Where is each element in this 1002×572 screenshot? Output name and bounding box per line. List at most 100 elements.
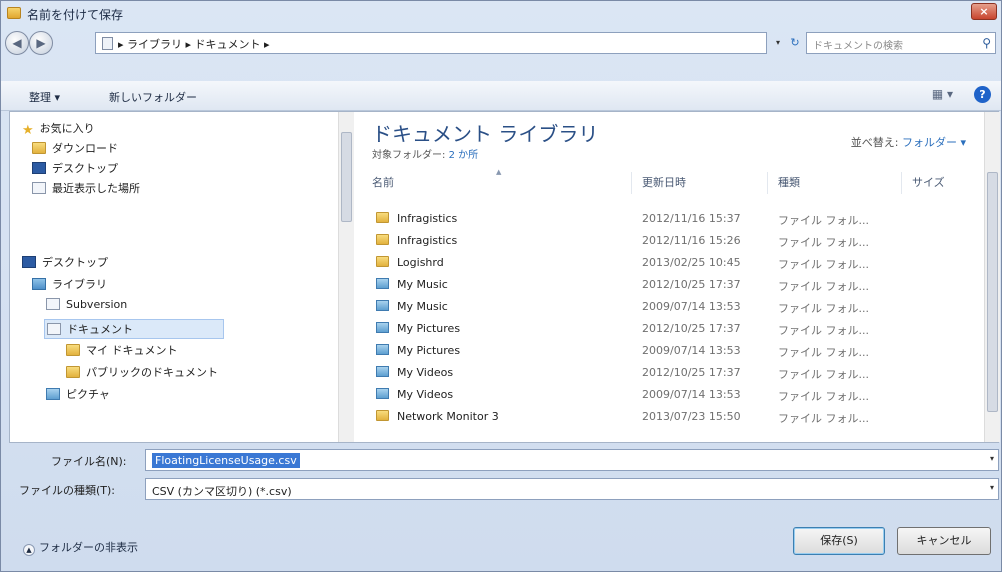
folder-icon [376,212,389,223]
nav-item-desktop[interactable]: デスクトップ [22,254,108,272]
help-icon[interactable]: ? [974,86,991,103]
refresh-button[interactable]: ↻ [786,32,804,54]
nav-item-documents[interactable]: ドキュメント [44,319,224,339]
nav-item-recent[interactable]: 最近表示した場所 [32,180,140,198]
file-row[interactable]: My Pictures 2012/10/25 17:37 ファイル フォル... [366,318,966,340]
file-type: ファイル フォル... [778,390,869,403]
search-icon[interactable]: ⚲ [982,36,991,50]
file-name: Network Monitor 3 [376,410,499,423]
folder-icon [376,234,389,245]
chevron-up-icon: ▲ [23,544,35,556]
file-name-text: My Videos [397,388,454,401]
nav-item-public-documents[interactable]: パブリックのドキュメント [66,364,218,382]
file-name-text: My Music [397,300,448,313]
filename-field[interactable]: FloatingLicenseUsage.csv ▾ [145,449,999,471]
file-type: ファイル フォル... [778,236,869,249]
nav-item-label: お気に入り [39,122,95,135]
address-dropdown-button[interactable]: ▾ [771,32,785,54]
nav-scrollbar[interactable] [338,112,354,442]
address-row: ◀ ▶ ▸ ライブラリ ▸ ドキュメント ▸ ▾ ↻ ドキュメントの検索 ⚲ [1,27,1001,59]
file-name-text: My Videos [397,366,454,379]
filename-value[interactable]: FloatingLicenseUsage.csv [152,453,300,468]
arrange-by: 並べ替え: フォルダー ▾ [851,134,966,150]
file-row[interactable]: My Videos 2012/10/25 17:37 ファイル フォル... [366,362,966,384]
file-name-text: Infragistics [397,234,458,247]
column-header-date[interactable]: 更新日時 [636,172,768,194]
filename-label: ファイル名(N): [51,455,127,468]
column-header-size[interactable]: サイズ [906,172,976,194]
file-row[interactable]: Infragistics 2012/11/16 15:37 ファイル フォル..… [366,208,966,230]
column-header-name[interactable]: 名前 [366,172,632,194]
filetype-dropdown-icon[interactable]: ▾ [990,483,994,492]
nav-item-label: デスクトップ [42,256,108,269]
file-row[interactable]: Logishrd 2013/02/25 10:45 ファイル フォル... [366,252,966,274]
file-name: Infragistics [376,234,457,247]
back-button[interactable]: ◀ [5,31,29,55]
nav-item-favorites[interactable]: ★ お気に入り [22,120,95,138]
file-row[interactable]: My Music 2009/07/14 13:53 ファイル フォル... [366,296,966,318]
library-title: ドキュメント ライブラリ [372,122,599,146]
views-button[interactable]: ▦ ▾ [932,87,953,101]
file-row[interactable]: My Music 2012/10/25 17:37 ファイル フォル... [366,274,966,296]
file-row[interactable]: My Pictures 2009/07/14 13:53 ファイル フォル... [366,340,966,362]
close-button[interactable]: × [971,3,997,20]
search-input[interactable]: ドキュメントの検索 ⚲ [806,32,996,54]
folder-icon [66,366,80,378]
nav-item-desktop-fav[interactable]: デスクトップ [32,160,118,178]
cancel-button[interactable]: キャンセル [897,527,991,555]
file-name: Logishrd [376,256,444,269]
breadcrumb[interactable]: ▸ ライブラリ ▸ ドキュメント ▸ [118,36,270,52]
content-area: ★ お気に入り ダウンロード デスクトップ 最近表示した場所 デスクトップ ライブ… [9,111,1000,443]
save-button[interactable]: 保存(S) [793,527,885,555]
nav-item-subversion[interactable]: Subversion [46,298,127,316]
pictures-folder-icon [376,322,389,333]
file-name-text: My Pictures [397,322,461,335]
file-row[interactable]: Infragistics 2012/11/16 15:26 ファイル フォル..… [366,230,966,252]
file-type: ファイル フォル... [778,412,869,425]
file-name-text: Infragistics [397,212,458,225]
forward-button[interactable]: ▶ [29,31,53,55]
organize-button[interactable]: 整理 ▾ [29,89,60,105]
file-date: 2013/07/23 15:50 [642,410,741,423]
file-scroll-thumb[interactable] [987,172,998,412]
file-list-scrollbar[interactable] [984,112,1000,442]
star-icon: ★ [22,123,34,138]
nav-item-pictures[interactable]: ピクチャ [46,386,110,404]
search-placeholder: ドキュメントの検索 [813,41,903,52]
file-row[interactable]: Network Monitor 3 2013/07/23 15:50 ファイル … [366,406,966,428]
nav-scroll-thumb[interactable] [341,132,352,222]
filename-dropdown-icon[interactable]: ▾ [990,454,994,463]
file-type: ファイル フォル... [778,258,869,271]
new-folder-button[interactable]: 新しいフォルダー [109,89,197,105]
save-as-dialog: 名前を付けて保存 × ◀ ▶ ▸ ライブラリ ▸ ドキュメント ▸ ▾ ↻ ドキ… [0,0,1002,572]
filetype-select[interactable]: CSV (カンマ区切り) (*.csv) ▾ [145,478,999,500]
library-locations-link[interactable]: 2 か所 [449,150,479,161]
title-bar: 名前を付けて保存 × [1,1,1001,27]
nav-item-libraries[interactable]: ライブラリ [32,276,107,294]
column-header-type[interactable]: 種類 [772,172,902,194]
nav-item-my-documents[interactable]: マイ ドキュメント [66,342,178,360]
file-type: ファイル フォル... [778,302,869,315]
folder-icon [376,410,389,421]
file-type: ファイル フォル... [778,280,869,293]
nav-item-downloads[interactable]: ダウンロード [32,140,118,158]
file-name: My Pictures [376,344,460,357]
music-folder-icon [376,300,389,311]
file-type: ファイル フォル... [778,346,869,359]
file-date: 2009/07/14 13:53 [642,388,741,401]
file-name: My Pictures [376,322,460,335]
document-icon [46,298,60,310]
arrange-by-dropdown[interactable]: フォルダー ▾ [902,136,966,149]
address-bar[interactable]: ▸ ライブラリ ▸ ドキュメント ▸ [95,32,767,54]
file-name: My Music [376,278,448,291]
file-row[interactable]: My Videos 2009/07/14 13:53 ファイル フォル... [366,384,966,406]
file-date: 2009/07/14 13:53 [642,300,741,313]
arrange-label: 並べ替え: [850,136,902,149]
file-type: ファイル フォル... [778,324,869,337]
hide-folders-toggle[interactable]: ▲ フォルダーの非表示 [23,539,138,556]
nav-item-label: ライブラリ [52,278,107,291]
videos-folder-icon [376,366,389,377]
file-date: 2012/10/25 17:37 [642,322,741,335]
nav-item-label: マイ ドキュメント [86,344,178,357]
window-title: 名前を付けて保存 [27,8,124,22]
